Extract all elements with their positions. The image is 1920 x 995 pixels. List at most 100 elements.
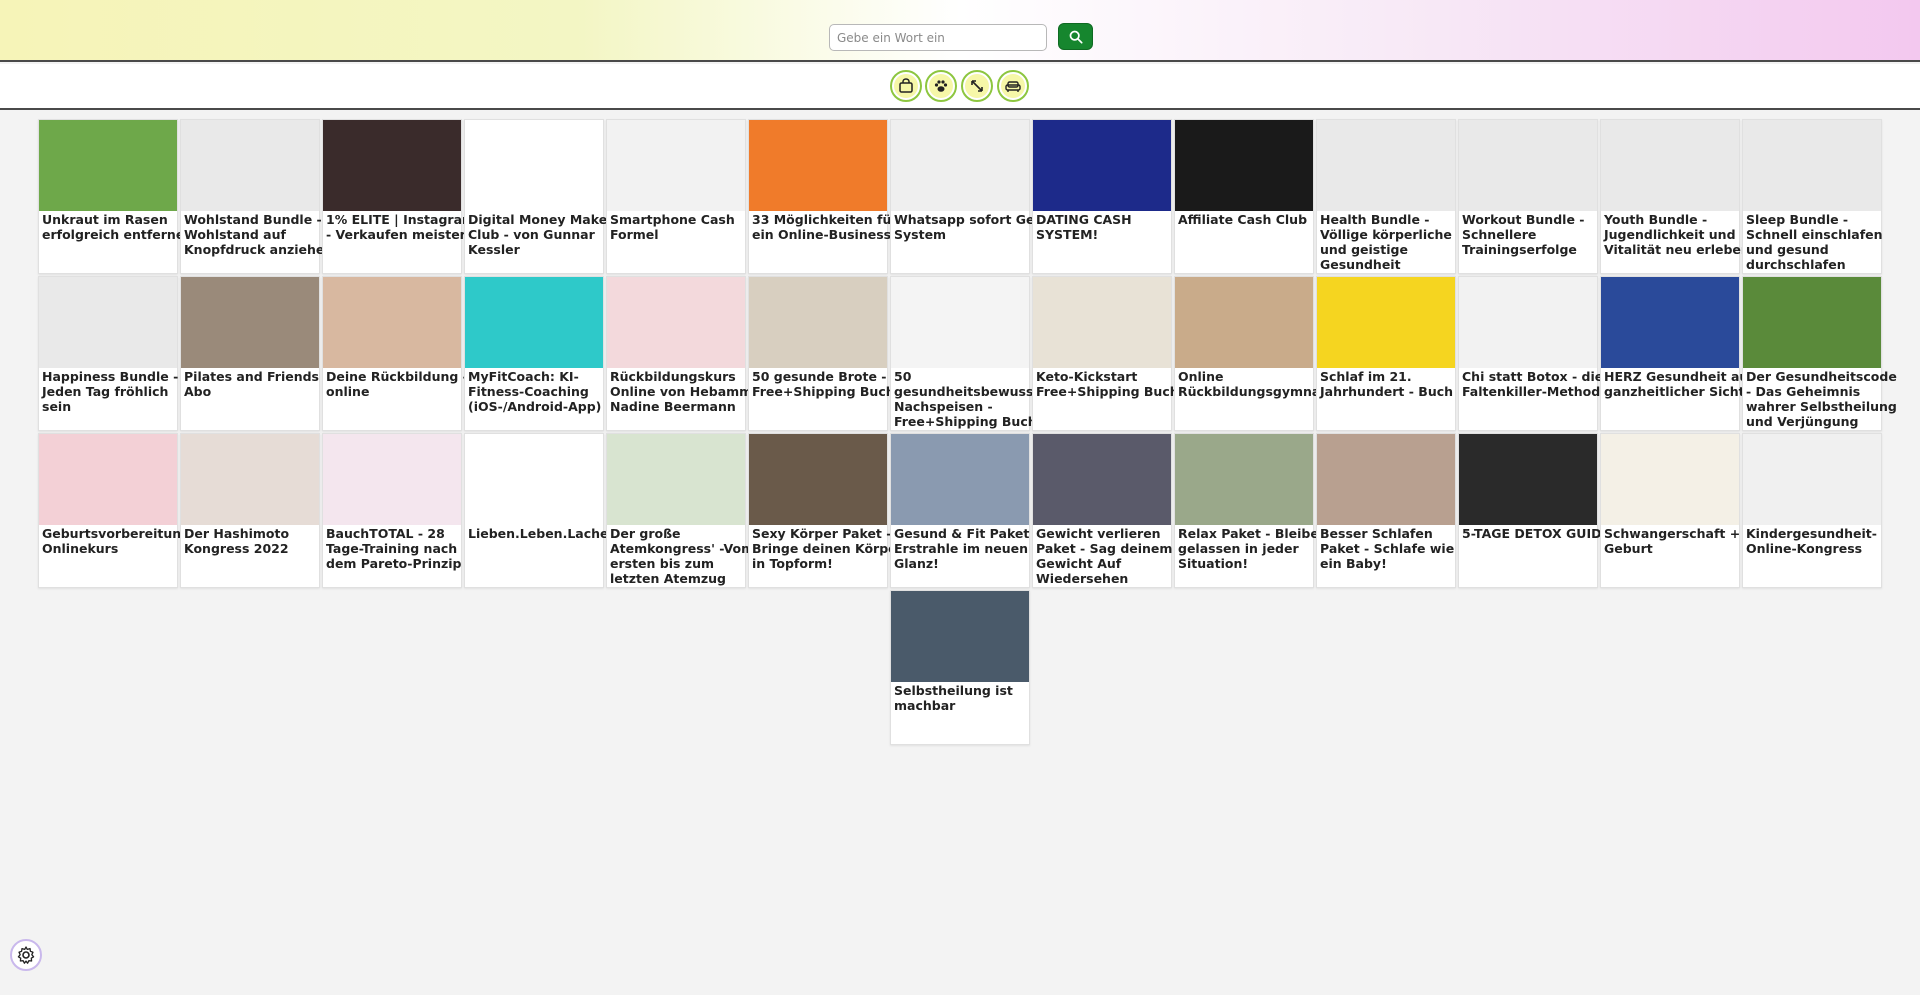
product-image[interactable] (1175, 120, 1313, 211)
product-card[interactable]: Kindergesundheit-Online-Kongress (1742, 433, 1882, 588)
product-title[interactable]: Schlaf im 21. Jahrhundert - Buch (1317, 368, 1477, 399)
product-image[interactable] (1459, 120, 1597, 211)
product-card[interactable]: Schlaf im 21. Jahrhundert - Buch (1316, 276, 1456, 431)
product-image[interactable] (323, 277, 461, 368)
product-image[interactable] (323, 120, 461, 211)
product-image[interactable] (465, 120, 603, 211)
product-card[interactable]: Workout Bundle - Schnellere Trainingserf… (1458, 119, 1598, 274)
product-card[interactable]: Unkraut im Rasen erfolgreich entfernen (38, 119, 193, 274)
product-title[interactable]: Wohlstand Bundle - Wohlstand auf Knopfdr… (181, 211, 341, 257)
product-card[interactable]: Lieben.Leben.Lachen (464, 433, 617, 588)
product-title[interactable]: 50 gesunde Brote - Free+Shipping Buch (749, 368, 909, 399)
product-title[interactable]: Unkraut im Rasen erfolgreich entfernen (39, 211, 199, 242)
product-card[interactable]: Whatsapp sofort Geld System (890, 119, 1048, 274)
product-title[interactable]: HERZ Gesundheit aus ganzheitlicher Sicht (1601, 368, 1761, 399)
product-image[interactable] (1459, 277, 1597, 368)
product-image[interactable] (607, 434, 745, 525)
product-image[interactable] (181, 120, 319, 211)
product-card[interactable]: Gesund & Fit Paket - Erstrahle im neuen … (890, 433, 1039, 588)
product-title[interactable]: Affiliate Cash Club (1175, 211, 1335, 227)
product-title[interactable]: 50 gesundheitsbewusste Nachspeisen - Fre… (891, 368, 1051, 429)
product-title[interactable]: Digital Money Maker Club - von Gunnar Ke… (465, 211, 625, 257)
product-image[interactable] (1317, 277, 1455, 368)
product-title[interactable]: Kindergesundheit-Online-Kongress (1743, 525, 1903, 556)
product-card[interactable]: Sexy Körper Paket - Bringe deinen Körper… (748, 433, 903, 588)
product-title[interactable]: 1% ELITE | Instagram - Verkaufen meister… (323, 211, 483, 242)
product-image[interactable] (1459, 434, 1597, 525)
product-image[interactable] (1601, 434, 1739, 525)
product-image[interactable] (1743, 277, 1881, 368)
product-card[interactable]: Sleep Bundle - Schnell einschlafen und g… (1742, 119, 1883, 274)
product-title[interactable]: Schwangerschaft + Geburt (1601, 525, 1761, 556)
product-card[interactable]: Pilates and Friends Abo (180, 276, 320, 431)
product-image[interactable] (39, 277, 177, 368)
product-title[interactable]: Besser Schlafen Paket - Schlafe wie ein … (1317, 525, 1477, 571)
product-title[interactable]: 5-TAGE DETOX GUIDE (1459, 525, 1619, 541)
product-card[interactable]: 50 gesundheitsbewusste Nachspeisen - Fre… (890, 276, 1048, 431)
product-image[interactable] (39, 434, 177, 525)
product-image[interactable] (1743, 120, 1881, 211)
product-image[interactable] (749, 120, 887, 211)
product-image[interactable] (749, 434, 887, 525)
product-title[interactable]: Geburtsvorbereitung Onlinekurs (39, 525, 199, 556)
product-card[interactable]: Relax Paket - Bleibe gelassen in jeder S… (1174, 433, 1319, 588)
product-title[interactable]: Relax Paket - Bleibe gelassen in jeder S… (1175, 525, 1335, 571)
product-card[interactable]: Deine Rückbildung - online (322, 276, 468, 431)
product-title[interactable]: Der große Atemkongress' -Vom ersten bis … (607, 525, 767, 586)
product-card[interactable]: 50 gesunde Brote - Free+Shipping Buch (748, 276, 895, 431)
product-card[interactable]: 1% ELITE | Instagram - Verkaufen meister… (322, 119, 475, 274)
product-card[interactable]: Selbstheilung ist machbar (890, 590, 1030, 745)
product-card[interactable]: Happiness Bundle - Jeden Tag fröhlich se… (38, 276, 178, 431)
product-image[interactable] (891, 434, 1029, 525)
product-card[interactable]: Digital Money Maker Club - von Gunnar Ke… (464, 119, 613, 274)
product-card[interactable]: Geburtsvorbereitung Onlinekurs (38, 433, 190, 588)
product-image[interactable] (1317, 434, 1455, 525)
product-image[interactable] (1601, 277, 1739, 368)
product-title[interactable]: BauchTOTAL - 28 Tage-Training nach dem P… (323, 525, 483, 571)
product-title[interactable]: Gesund & Fit Paket - Erstrahle im neuen … (891, 525, 1051, 571)
product-card[interactable]: Wohlstand Bundle - Wohlstand auf Knopfdr… (180, 119, 333, 274)
product-card[interactable]: Health Bundle - Völlige körperliche und … (1316, 119, 1456, 274)
category-pets-button[interactable] (925, 70, 957, 102)
product-card[interactable]: Gewicht verlieren Paket - Sag deinem Gew… (1032, 433, 1172, 588)
category-resize-button[interactable] (961, 70, 993, 102)
product-image[interactable] (607, 120, 745, 211)
category-shopping-button[interactable] (890, 70, 922, 102)
product-title[interactable]: Smartphone Cash Formel (607, 211, 767, 242)
product-title[interactable]: Lieben.Leben.Lachen (465, 525, 625, 541)
product-card[interactable]: BauchTOTAL - 28 Tage-Training nach dem P… (322, 433, 472, 588)
product-image[interactable] (465, 434, 603, 525)
product-title[interactable]: Deine Rückbildung - online (323, 368, 483, 399)
product-title[interactable]: Health Bundle - Völlige körperliche und … (1317, 211, 1477, 272)
product-card[interactable]: Smartphone Cash Formel (606, 119, 746, 274)
product-image[interactable] (607, 277, 745, 368)
product-title[interactable]: Happiness Bundle - Jeden Tag fröhlich se… (39, 368, 199, 414)
product-title[interactable]: Chi statt Botox - die Faltenkiller-Metho… (1459, 368, 1619, 399)
product-card[interactable]: Keto-Kickstart Free+Shipping Buch (1032, 276, 1179, 431)
product-card[interactable]: Chi statt Botox - die Faltenkiller-Metho… (1458, 276, 1609, 431)
product-title[interactable]: Sexy Körper Paket - Bringe deinen Körper… (749, 525, 909, 571)
product-title[interactable]: Keto-Kickstart Free+Shipping Buch (1033, 368, 1193, 399)
product-title[interactable]: Whatsapp sofort Geld System (891, 211, 1051, 242)
product-image[interactable] (465, 277, 603, 368)
product-card[interactable]: Besser Schlafen Paket - Schlafe wie ein … (1316, 433, 1456, 588)
product-card[interactable]: Der große Atemkongress' -Vom ersten bis … (606, 433, 754, 588)
product-card[interactable]: 5-TAGE DETOX GUIDE (1458, 433, 1610, 588)
product-image[interactable] (1601, 120, 1739, 211)
product-card[interactable]: Online Rückbildungsgymnastik (1174, 276, 1346, 431)
settings-button[interactable] (10, 939, 42, 971)
product-title[interactable]: Selbstheilung ist machbar (891, 682, 1051, 713)
product-card[interactable]: Rückbildungskurs Online von Hebamme Nadi… (606, 276, 761, 431)
product-card[interactable]: Schwangerschaft + Geburt (1600, 433, 1740, 588)
product-image[interactable] (1033, 434, 1171, 525)
product-card[interactable]: Der Gesundheitscode - Das Geheimnis wahr… (1742, 276, 1897, 431)
product-title[interactable]: MyFitCoach: KI-Fitness-Coaching (iOS-/An… (465, 368, 625, 414)
product-card[interactable]: HERZ Gesundheit aus ganzheitlicher Sicht (1600, 276, 1756, 431)
product-title[interactable]: Der Hashimoto Kongress 2022 (181, 525, 341, 556)
product-title[interactable]: Der Gesundheitscode - Das Geheimnis wahr… (1743, 368, 1903, 429)
product-image[interactable] (1317, 120, 1455, 211)
product-card[interactable]: 33 Möglichkeiten für ein Online-Business (748, 119, 898, 274)
product-image[interactable] (1175, 277, 1313, 368)
product-image[interactable] (1033, 277, 1171, 368)
product-title[interactable]: Rückbildungskurs Online von Hebamme Nadi… (607, 368, 767, 414)
